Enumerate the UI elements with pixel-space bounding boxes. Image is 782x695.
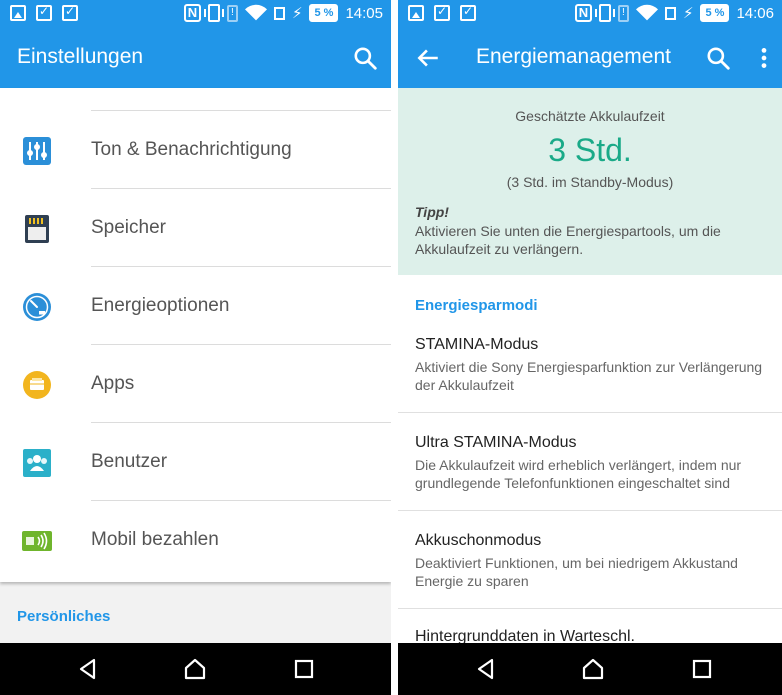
status-bar: N ! ⚡ 5 % 14:05: [0, 0, 391, 28]
recents-nav-icon[interactable]: [292, 657, 316, 681]
gallery-notification-icon: [408, 5, 424, 21]
vibrate-icon: [203, 4, 224, 22]
battery-indicator: 5 %: [700, 4, 730, 22]
sim-icon: !: [226, 4, 238, 22]
home-nav-icon[interactable]: [581, 657, 605, 681]
settings-item-label: Mobil bezahlen: [91, 529, 219, 550]
settings-screen: N ! ⚡ 5 % 14:05 Einstellungen: [0, 0, 391, 695]
overflow-menu-icon[interactable]: [751, 45, 777, 71]
battery-estimate-card: Geschätzte Akkulaufzeit 3 Std. (3 Std. i…: [398, 88, 782, 275]
recents-nav-icon[interactable]: [690, 657, 714, 681]
tip-text: Aktivieren Sie unten die Energiespartool…: [415, 223, 721, 257]
vibrate-icon: [594, 4, 615, 22]
wifi-icon: [244, 4, 267, 21]
users-icon: [23, 449, 51, 477]
page-title: Einstellungen: [17, 45, 144, 68]
mode-description: Deaktiviert Funktionen, um bei niedrigem…: [415, 555, 738, 589]
list-divider: [91, 500, 391, 501]
estimate-value: 3 Std.: [548, 132, 632, 168]
mode-title: STAMINA-Modus: [415, 336, 539, 353]
navigation-bar: [398, 643, 782, 695]
gallery-notification-icon: [10, 5, 26, 21]
list-divider: [91, 422, 391, 423]
app-bar: Einstellungen: [0, 28, 391, 88]
task-notification-icon: [460, 4, 476, 21]
list-divider: [91, 110, 391, 111]
charging-icon: ⚡: [291, 5, 303, 22]
signal-box-icon: [273, 6, 285, 20]
estimate-standby: (3 Std. im Standby-Modus): [506, 174, 674, 190]
status-time: 14:06: [736, 4, 774, 22]
settings-item-label: Speicher: [91, 217, 166, 238]
power-modes-list: Energiesparmodi STAMINA-Modus Aktiviert …: [398, 275, 782, 645]
list-divider: [91, 344, 391, 345]
search-icon[interactable]: [705, 45, 731, 71]
mail-notification-icon: [36, 4, 52, 21]
section-header-personal: Persönliches: [17, 608, 111, 625]
settings-item-label: Ton & Benachrichtigung: [91, 139, 292, 160]
status-time: 14:05: [345, 4, 383, 22]
search-icon[interactable]: [352, 45, 378, 71]
back-nav-icon[interactable]: [474, 657, 498, 681]
nfc-icon: N: [183, 4, 201, 22]
mode-description: Die Akkulaufzeit wird erheblich verlänge…: [415, 457, 742, 491]
settings-item-label: Energieoptionen: [91, 295, 230, 316]
mode-stamina[interactable]: STAMINA-Modus Aktiviert die Sony Energie…: [398, 336, 782, 412]
mail-notification-icon: [434, 4, 450, 21]
nfc-icon: N: [574, 4, 592, 22]
settings-item-sound[interactable]: Ton & Benachrichtigung: [0, 112, 391, 190]
battery-indicator: 5 %: [309, 4, 339, 22]
power-management-screen: N ! ⚡ 5 % 14:06 Energiemanagement: [398, 0, 782, 695]
equalizer-icon: [23, 137, 51, 165]
section-header-power-modes: Energiesparmodi: [415, 297, 538, 314]
gauge-icon: [23, 293, 51, 321]
settings-item-label: Benutzer: [91, 451, 168, 472]
page-title: Energiemanagement: [476, 45, 671, 68]
list-divider: [398, 510, 782, 511]
sim-icon: !: [617, 4, 629, 22]
settings-item-power[interactable]: Energieoptionen: [0, 268, 391, 346]
list-divider: [91, 188, 391, 189]
mode-description: Aktiviert die Sony Energiesparfunktion z…: [415, 359, 763, 393]
settings-item-label: Apps: [91, 373, 135, 394]
nfc-pay-icon: [22, 531, 52, 551]
home-nav-icon[interactable]: [183, 657, 207, 681]
list-divider: [398, 608, 782, 609]
back-arrow-icon[interactable]: [415, 45, 441, 71]
wifi-icon: [635, 4, 658, 21]
tip-title: Tipp!: [415, 204, 449, 220]
mode-battery-saver[interactable]: Akkuschonmodus Deaktiviert Funktionen, u…: [398, 532, 782, 608]
app-bar: Energiemanagement: [398, 28, 782, 88]
settings-item-users[interactable]: Benutzer: [0, 424, 391, 502]
navigation-bar: [0, 643, 391, 695]
charging-icon: ⚡: [682, 5, 694, 22]
sd-card-icon: [25, 215, 49, 243]
settings-item-mobile-pay[interactable]: Mobil bezahlen: [0, 502, 391, 580]
mode-ultra-stamina[interactable]: Ultra STAMINA-Modus Die Akkulaufzeit wir…: [398, 434, 782, 510]
mode-title: Akkuschonmodus: [415, 532, 542, 549]
back-nav-icon[interactable]: [76, 657, 100, 681]
settings-item-apps[interactable]: Apps: [0, 346, 391, 424]
list-divider: [91, 266, 391, 267]
status-bar: N ! ⚡ 5 % 14:06: [398, 0, 782, 28]
settings-item-storage[interactable]: Speicher: [0, 190, 391, 268]
signal-box-icon: [664, 6, 676, 20]
apps-icon: [23, 371, 51, 399]
estimate-label: Geschätzte Akkulaufzeit: [515, 108, 665, 124]
list-divider: [398, 412, 782, 413]
task-notification-icon: [62, 4, 78, 21]
mode-title: Ultra STAMINA-Modus: [415, 434, 577, 451]
settings-list: Ton & Benachrichtigung Speicher Energieo…: [0, 88, 391, 582]
